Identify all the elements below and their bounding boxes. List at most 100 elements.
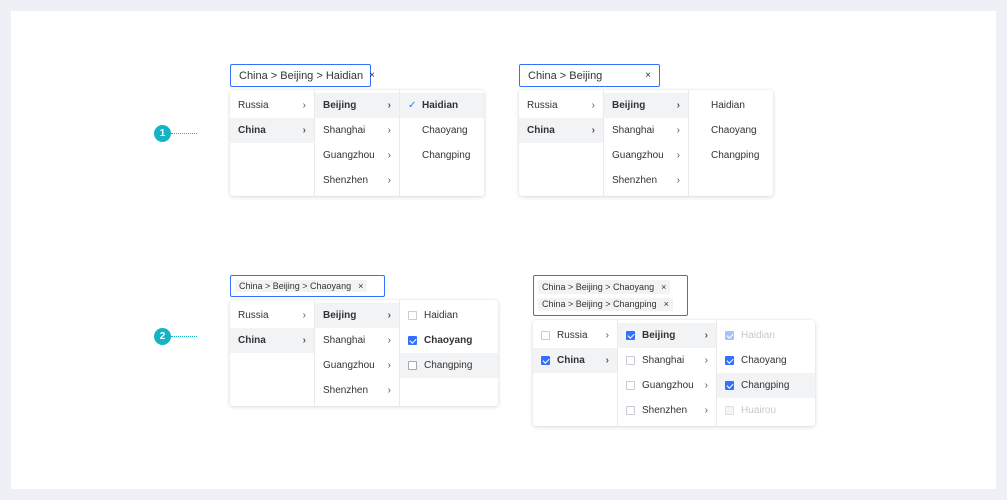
option-label: China	[238, 125, 266, 136]
option-label: Russia	[557, 330, 588, 341]
chevron-right-icon: ›	[302, 310, 306, 321]
option-label: Chaoyang	[741, 355, 787, 366]
checkbox[interactable]	[626, 406, 635, 415]
tag-close-icon[interactable]: ×	[358, 281, 363, 291]
clear-icon[interactable]: ×	[369, 70, 375, 81]
option-label: Beijing	[323, 100, 357, 111]
checkbox[interactable]	[541, 331, 550, 340]
option-shanghai[interactable]: Shanghai ›	[618, 348, 716, 373]
option-russia[interactable]: Russia ›	[230, 303, 314, 328]
option-china[interactable]: China ›	[519, 118, 603, 143]
checkbox-checked[interactable]	[725, 356, 734, 365]
chevron-right-icon: ›	[676, 100, 680, 111]
option-changping[interactable]: Changping	[717, 373, 815, 398]
checkbox-checked[interactable]	[541, 356, 550, 365]
option-guangzhou[interactable]: Guangzhou ›	[618, 373, 716, 398]
chevron-right-icon: ›	[387, 175, 391, 186]
canvas	[11, 11, 996, 489]
option-label: Changping	[424, 360, 473, 371]
chevron-right-icon: ›	[387, 335, 391, 346]
checkbox[interactable]	[408, 361, 417, 370]
country-column: Russia › China ›	[519, 90, 603, 196]
option-beijing[interactable]: Beijing ›	[315, 303, 399, 328]
tag-label: China > Beijing > Chaoyang	[239, 281, 352, 291]
option-china[interactable]: China ›	[230, 328, 314, 353]
option-russia[interactable]: Russia ›	[230, 93, 314, 118]
step-marker-2-label: 2	[159, 331, 166, 342]
option-label: Shenzhen	[323, 385, 369, 396]
checkbox-checked[interactable]	[725, 381, 734, 390]
option-chaoyang[interactable]: Chaoyang	[400, 328, 498, 353]
option-changping[interactable]: Changping	[400, 353, 498, 378]
tag-close-icon[interactable]: ×	[661, 282, 666, 292]
option-beijing[interactable]: Beijing ›	[315, 93, 399, 118]
cascader-input-1b[interactable]: China > Beijing ×	[519, 64, 660, 87]
checkbox-checked[interactable]	[408, 336, 417, 345]
option-label: Shanghai	[612, 125, 655, 136]
option-label: Haidian	[711, 100, 745, 111]
cascader-value: China > Beijing	[528, 69, 603, 82]
tag-label: China > Beijing > Changping	[542, 299, 657, 310]
clear-icon[interactable]: ×	[645, 70, 651, 81]
option-shenzhen[interactable]: Shenzhen ›	[604, 168, 688, 193]
option-russia[interactable]: Russia ›	[533, 323, 617, 348]
option-label: Guangzhou	[323, 360, 375, 371]
option-guangzhou[interactable]: Guangzhou ›	[315, 143, 399, 168]
country-column: Russia › China ›	[533, 320, 617, 426]
option-guangzhou[interactable]: Guangzhou ›	[315, 353, 399, 378]
checkbox[interactable]	[626, 381, 635, 390]
option-label: Haidian	[422, 100, 459, 111]
option-label: Shanghai	[642, 355, 685, 366]
cascader-input-1a[interactable]: China > Beijing > Haidian ×	[230, 64, 375, 87]
multi-cascader-input-2b[interactable]: China > Beijing > Chaoyang × China > Beij…	[533, 275, 688, 316]
country-column: Russia › China ›	[230, 300, 314, 406]
option-chaoyang[interactable]: Chaoyang	[717, 348, 815, 373]
option-label: Changping	[741, 380, 790, 391]
multi-cascader-dropdown-2b: Russia › China › Beijing › Shanghai › Guangz…	[533, 320, 815, 426]
option-label: Beijing	[642, 330, 676, 341]
city-column: Beijing › Shanghai › Guangzhou › Shenzhen ›	[314, 300, 399, 406]
country-column: Russia › China ›	[230, 90, 314, 196]
option-haidian[interactable]: Haidian	[689, 93, 773, 118]
option-russia[interactable]: Russia ›	[519, 93, 603, 118]
option-shenzhen[interactable]: Shenzhen ›	[618, 398, 716, 423]
checkbox-checked[interactable]	[626, 331, 635, 340]
option-shenzhen[interactable]: Shenzhen ›	[315, 378, 399, 403]
chevron-right-icon: ›	[387, 100, 391, 111]
chevron-right-icon: ›	[591, 100, 595, 111]
chevron-right-icon: ›	[704, 355, 708, 366]
option-guangzhou[interactable]: Guangzhou ›	[604, 143, 688, 168]
option-changping[interactable]: Changping	[689, 143, 773, 168]
option-label: Chaoyang	[422, 125, 468, 136]
multi-cascader-input-2a[interactable]: China > Beijing > Chaoyang ×	[230, 275, 385, 297]
option-beijing[interactable]: Beijing ›	[618, 323, 716, 348]
option-label: China	[557, 355, 585, 366]
chevron-right-icon: ›	[676, 150, 680, 161]
option-label: Chaoyang	[711, 125, 757, 136]
option-changping[interactable]: Changping	[400, 143, 484, 168]
option-haidian[interactable]: ✓ Haidian	[400, 93, 484, 118]
option-shenzhen[interactable]: Shenzhen ›	[315, 168, 399, 193]
district-column: ✓ Haidian Chaoyang Changping	[399, 90, 484, 196]
option-china[interactable]: China ›	[533, 348, 617, 373]
option-chaoyang[interactable]: Chaoyang	[689, 118, 773, 143]
option-shanghai[interactable]: Shanghai ›	[604, 118, 688, 143]
chevron-right-icon: ›	[676, 125, 680, 136]
chevron-right-icon: ›	[591, 125, 595, 136]
option-chaoyang[interactable]: Chaoyang	[400, 118, 484, 143]
option-china[interactable]: China ›	[230, 118, 314, 143]
tag-close-icon[interactable]: ×	[664, 299, 669, 309]
option-label: Shenzhen	[642, 405, 688, 416]
city-column: Beijing › Shanghai › Guangzhou › Shenzhen ›	[617, 320, 716, 426]
option-shanghai[interactable]: Shanghai ›	[315, 328, 399, 353]
option-huairou-disabled: Huairou	[717, 398, 815, 423]
option-beijing[interactable]: Beijing ›	[604, 93, 688, 118]
checkbox[interactable]	[408, 311, 417, 320]
tag-label: China > Beijing > Chaoyang	[542, 281, 655, 292]
option-shanghai[interactable]: Shanghai ›	[315, 118, 399, 143]
option-haidian[interactable]: Haidian	[400, 303, 498, 328]
cascader-dropdown-1b: Russia › China › Beijing › Shanghai › Guangz…	[519, 90, 773, 196]
step-marker-1: 1	[154, 125, 171, 142]
chevron-right-icon: ›	[605, 355, 609, 366]
checkbox[interactable]	[626, 356, 635, 365]
